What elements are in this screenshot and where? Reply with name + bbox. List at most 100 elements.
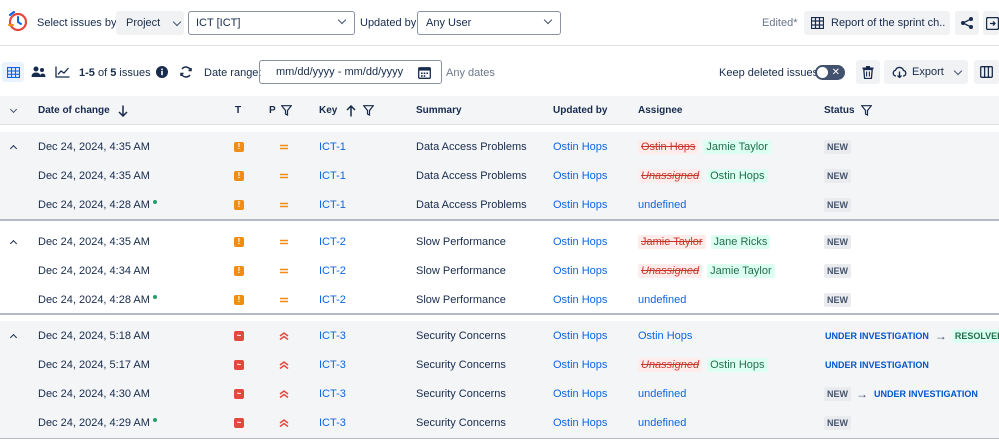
delete-button[interactable]	[856, 60, 880, 84]
date-range-input[interactable]: mm/dd/yyyy - mm/dd/yyyy	[259, 60, 442, 84]
project-select[interactable]: ICT [ICT]	[188, 11, 355, 35]
issue-key-link[interactable]: ICT-3	[319, 330, 346, 342]
status: NEW	[824, 285, 851, 314]
updated-by: Ostin Hops	[553, 256, 607, 285]
filter-icon[interactable]	[363, 105, 375, 116]
issue-key-link[interactable]: ICT-3	[319, 359, 346, 371]
issue-key-link[interactable]: ICT-2	[319, 265, 346, 277]
exit-button[interactable]	[983, 11, 999, 35]
issue-type: ~	[234, 408, 244, 437]
column-date[interactable]: Date of change	[38, 96, 128, 125]
assignee-old: Jamie Taylor	[638, 234, 706, 249]
column-summary[interactable]: Summary	[416, 96, 462, 125]
updated-by-link[interactable]: Ostin Hops	[553, 417, 607, 429]
table-view-button[interactable]	[2, 62, 24, 82]
priority-medium-icon	[280, 297, 288, 302]
any-dates-label: Any dates	[446, 67, 495, 79]
issue-key: ICT-2	[319, 256, 346, 285]
column-type[interactable]: T	[235, 96, 241, 125]
column-updated-by[interactable]: Updated by	[553, 96, 607, 125]
column-key-label: Key	[319, 105, 338, 116]
chevron-up-icon	[9, 144, 18, 152]
assignee-undefined: undefined	[638, 198, 687, 211]
chevron-down-icon	[337, 15, 347, 25]
issue-summary: Data Access Problems	[416, 190, 527, 219]
sort-up-icon[interactable]	[346, 104, 356, 117]
report-button[interactable]: Report of the sprint ch...	[804, 11, 950, 35]
chevron-up-icon	[9, 333, 18, 341]
keep-deleted-toggle[interactable]: ✕	[815, 65, 845, 80]
assignee-new: Jamie Taylor	[707, 263, 775, 278]
column-status[interactable]: Status	[824, 96, 872, 125]
issue-type: !	[234, 227, 244, 256]
chart-icon	[54, 66, 69, 78]
issue-key-link[interactable]: ICT-2	[319, 294, 346, 306]
change-date: Dec 24, 2024, 5:17 AM	[38, 350, 150, 379]
updated-by-link[interactable]: Ostin Hops	[553, 141, 607, 153]
priority-high-icon	[279, 360, 289, 369]
issue-key-link[interactable]: ICT-3	[319, 388, 346, 400]
change-date: Dec 24, 2024, 4:28 AM	[38, 190, 157, 219]
updated-by-link[interactable]: Ostin Hops	[553, 388, 607, 400]
issue-summary-text: Slow Performance	[416, 293, 506, 306]
report-button-label: Report of the sprint ch...	[831, 17, 946, 29]
table-row: Dec 24, 2024, 4:28 AM! ICT-2 Slow Performa…	[0, 285, 999, 314]
updated-by-link[interactable]: Ostin Hops	[553, 170, 607, 182]
updated-by-link[interactable]: Ostin Hops	[553, 199, 607, 211]
updated-by: Ostin Hops	[553, 350, 607, 379]
issue-priority	[279, 350, 289, 379]
issue-priority	[279, 379, 289, 408]
columns-button[interactable]	[974, 60, 999, 84]
priority-high-icon	[279, 389, 289, 398]
issue-type: ~	[234, 350, 244, 379]
of-label: of	[97, 67, 108, 79]
updated-by-link[interactable]: Ostin Hops	[553, 265, 607, 277]
users-view-button[interactable]	[27, 62, 49, 82]
priority-medium-icon	[280, 202, 288, 207]
issue-key-link[interactable]: ICT-1	[319, 141, 346, 153]
updated-by-link[interactable]: Ostin Hops	[553, 294, 607, 306]
column-key[interactable]: Key	[319, 96, 375, 125]
group-toggle[interactable]	[9, 132, 18, 161]
issue-key-link[interactable]: ICT-1	[319, 199, 346, 211]
updated-by-link[interactable]: Ostin Hops	[553, 359, 607, 371]
assignee-link[interactable]: Ostin Hops	[638, 330, 692, 342]
calendar-icon[interactable]	[418, 66, 431, 79]
chart-view-button[interactable]	[51, 62, 73, 82]
group-toggle[interactable]	[9, 227, 18, 256]
issue-key-link[interactable]: ICT-1	[319, 170, 346, 182]
change-date: Dec 24, 2024, 4:35 AM	[38, 227, 150, 256]
table-icon	[811, 17, 824, 29]
status: NEW	[824, 408, 851, 437]
updated-by-select[interactable]: Any User	[417, 11, 561, 35]
refresh-icon[interactable]	[179, 65, 193, 79]
sort-down-icon[interactable]	[118, 105, 128, 117]
column-assignee[interactable]: Assignee	[638, 96, 682, 125]
share-button[interactable]	[955, 11, 979, 35]
assignee: undefined	[638, 285, 686, 314]
issues-label: issues	[119, 67, 151, 79]
filter-icon[interactable]	[860, 105, 872, 116]
status-badge: NEW	[824, 415, 851, 430]
assignee: Ostin Hops	[638, 321, 692, 350]
issue-key-link[interactable]: ICT-3	[319, 417, 346, 429]
issue-priority	[279, 321, 289, 350]
updated-by-link[interactable]: Ostin Hops	[553, 236, 607, 248]
export-button[interactable]: Export	[884, 60, 968, 84]
change-date-text: Dec 24, 2024, 4:28 AM	[38, 198, 150, 211]
issue-key-link[interactable]: ICT-2	[319, 236, 346, 248]
column-priority[interactable]: P	[269, 96, 292, 125]
assignee-new: Ostin Hops	[707, 357, 768, 372]
updated-by-link[interactable]: Ostin Hops	[553, 330, 607, 342]
filter-icon[interactable]	[280, 105, 292, 116]
expand-all-toggle[interactable]	[9, 96, 18, 125]
edited-label: Edited*	[762, 17, 798, 29]
group-toggle[interactable]	[9, 321, 18, 350]
assignee-old: Ostin Hops	[638, 139, 699, 154]
columns-icon	[980, 66, 993, 78]
status-badge-old: NEW	[824, 386, 851, 401]
project-button[interactable]: Project	[116, 11, 184, 35]
info-icon[interactable]	[156, 66, 168, 78]
issue-group: Dec 24, 2024, 4:35 AM! ICT-2 Slow Performa…	[0, 227, 999, 314]
updated-by: Ostin Hops	[553, 285, 607, 314]
